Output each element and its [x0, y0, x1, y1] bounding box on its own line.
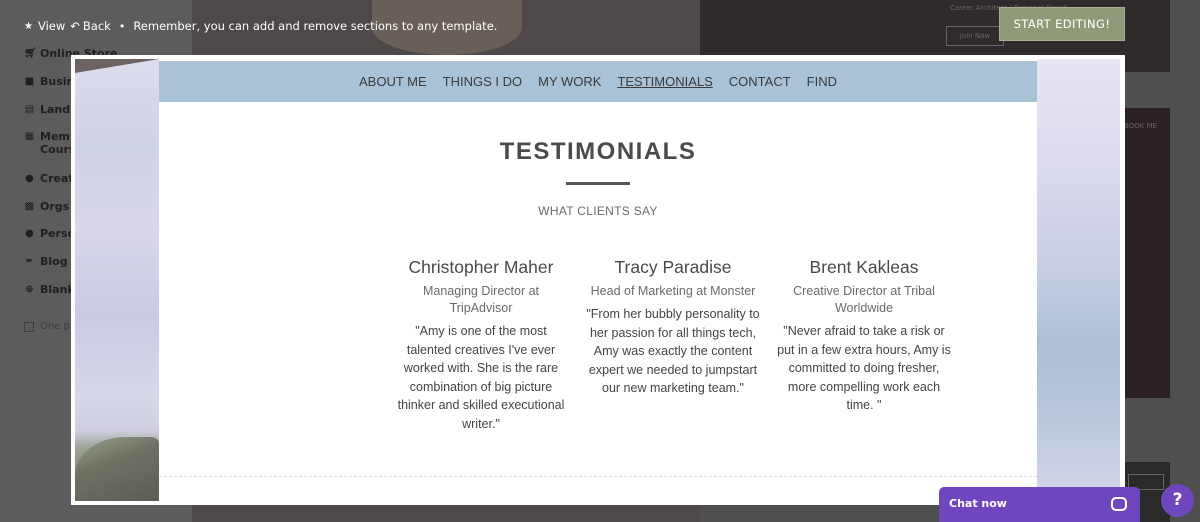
- checkbox-label: One p: [40, 321, 70, 332]
- chat-label: Chat now: [949, 497, 1007, 510]
- testimonial-name: Tracy Paradise: [614, 257, 732, 277]
- document-icon: ▤: [24, 104, 35, 115]
- topbar-message: Remember, you can add and remove section…: [133, 19, 498, 33]
- sidebar-item-label: Landi: [40, 103, 74, 116]
- title-divider: [566, 182, 630, 185]
- back-arrow-icon: ↶: [70, 19, 80, 33]
- checkbox-box[interactable]: [24, 321, 34, 332]
- sidebar-item-label: Blank: [40, 283, 75, 296]
- section-divider: [159, 476, 1037, 477]
- nav-things-i-do[interactable]: THINGS I DO: [443, 74, 522, 89]
- site-navigation: ABOUT ME THINGS I DO MY WORK TESTIMONIAL…: [159, 61, 1037, 102]
- sidebar-item-blog[interactable]: ✒ Blog: [24, 255, 68, 268]
- briefcase-icon: ■: [24, 76, 35, 87]
- one-page-checkbox[interactable]: One p: [24, 321, 70, 332]
- testimonial-name: Brent Kakleas: [809, 257, 919, 277]
- sidebar-item-label: Busin: [40, 75, 75, 88]
- testimonials-section: TESTIMONIALS WHAT CLIENTS SAY Christophe…: [159, 102, 1037, 501]
- testimonial-role: Managing Director at TripAdvisor: [422, 284, 540, 315]
- cart-icon: 🛒︎: [24, 48, 37, 59]
- back-button[interactable]: ↶ Back: [70, 19, 111, 33]
- book-icon: ▦: [24, 131, 35, 142]
- star-icon: ★: [24, 20, 33, 32]
- landscape-hill: [75, 437, 159, 501]
- sidebar-item-orgs[interactable]: ▩ Orgs: [24, 200, 69, 213]
- testimonial-name: Christopher Maher: [408, 257, 554, 277]
- photo-corner: [75, 59, 159, 73]
- nav-find[interactable]: FIND: [807, 74, 837, 89]
- section-subtitle: WHAT CLIENTS SAY: [538, 204, 658, 218]
- background-card-button: Join Now: [946, 26, 1004, 46]
- sidebar-item-label: Blog: [40, 255, 68, 268]
- testimonial-quote: "Amy is one of the most talented creativ…: [397, 324, 565, 431]
- preview-topbar: ★ View ↶ Back • Remember, you can add an…: [24, 16, 497, 36]
- feather-icon: ✒: [25, 256, 34, 267]
- chat-bubble-icon: [1111, 497, 1127, 511]
- left-decorative-image: [75, 59, 159, 501]
- sidebar-item-personal[interactable]: ● Perso: [24, 227, 75, 240]
- testimonial-quote: "From her bubbly personality to her pass…: [586, 307, 760, 395]
- section-title: TESTIMONIALS: [499, 138, 697, 165]
- sidebar-item-creative[interactable]: ● Creat: [24, 172, 74, 185]
- view-label: View: [37, 19, 66, 33]
- back-label: Back: [82, 19, 111, 33]
- sidebar-item-landing[interactable]: ▤ Landi: [24, 103, 74, 116]
- help-button[interactable]: ?: [1161, 484, 1194, 517]
- sidebar-item-blank[interactable]: ⊕ Blank: [24, 283, 75, 296]
- testimonial-quote: "Never afraid to take a risk or put in a…: [777, 324, 951, 412]
- building-icon: ▩: [24, 201, 35, 212]
- nav-contact[interactable]: CONTACT: [729, 74, 791, 89]
- template-preview-frame: ABOUT ME THINGS I DO MY WORK TESTIMONIAL…: [75, 59, 1120, 501]
- separator-dot: •: [118, 19, 126, 33]
- person-icon: ●: [25, 228, 34, 239]
- sidebar-item-membership[interactable]: ▦ Memb Cours: [24, 130, 78, 156]
- testimonial-card: Brent Kakleas Creative Director at Triba…: [775, 256, 953, 415]
- nav-my-work[interactable]: MY WORK: [538, 74, 601, 89]
- plus-icon: ⊕: [25, 284, 34, 295]
- sidebar-item-label: Creat: [40, 172, 74, 185]
- testimonial-role: Head of Marketing at Monster: [590, 284, 756, 298]
- testimonial-card: Christopher Maher Managing Director at T…: [392, 256, 570, 433]
- right-decorative-image: [1037, 59, 1120, 501]
- testimonial-role: Creative Director at Tribal Worldwide: [793, 284, 935, 315]
- testimonial-card: Tracy Paradise Head of Marketing at Mons…: [584, 256, 762, 398]
- template-preview-modal: ABOUT ME THINGS I DO MY WORK TESTIMONIAL…: [71, 55, 1125, 505]
- nav-testimonials[interactable]: TESTIMONIALS: [617, 74, 712, 89]
- palette-icon: ●: [25, 173, 34, 184]
- start-editing-button[interactable]: START EDITING!: [999, 7, 1125, 41]
- chat-widget[interactable]: Chat now: [939, 487, 1140, 522]
- sidebar-item-business[interactable]: ■ Busin: [24, 75, 75, 88]
- sidebar-item-label: Perso: [40, 227, 76, 240]
- background-card-caption: BOOK ME: [1124, 122, 1157, 130]
- nav-about-me[interactable]: ABOUT ME: [359, 74, 427, 89]
- sidebar-item-label: Orgs: [40, 200, 70, 213]
